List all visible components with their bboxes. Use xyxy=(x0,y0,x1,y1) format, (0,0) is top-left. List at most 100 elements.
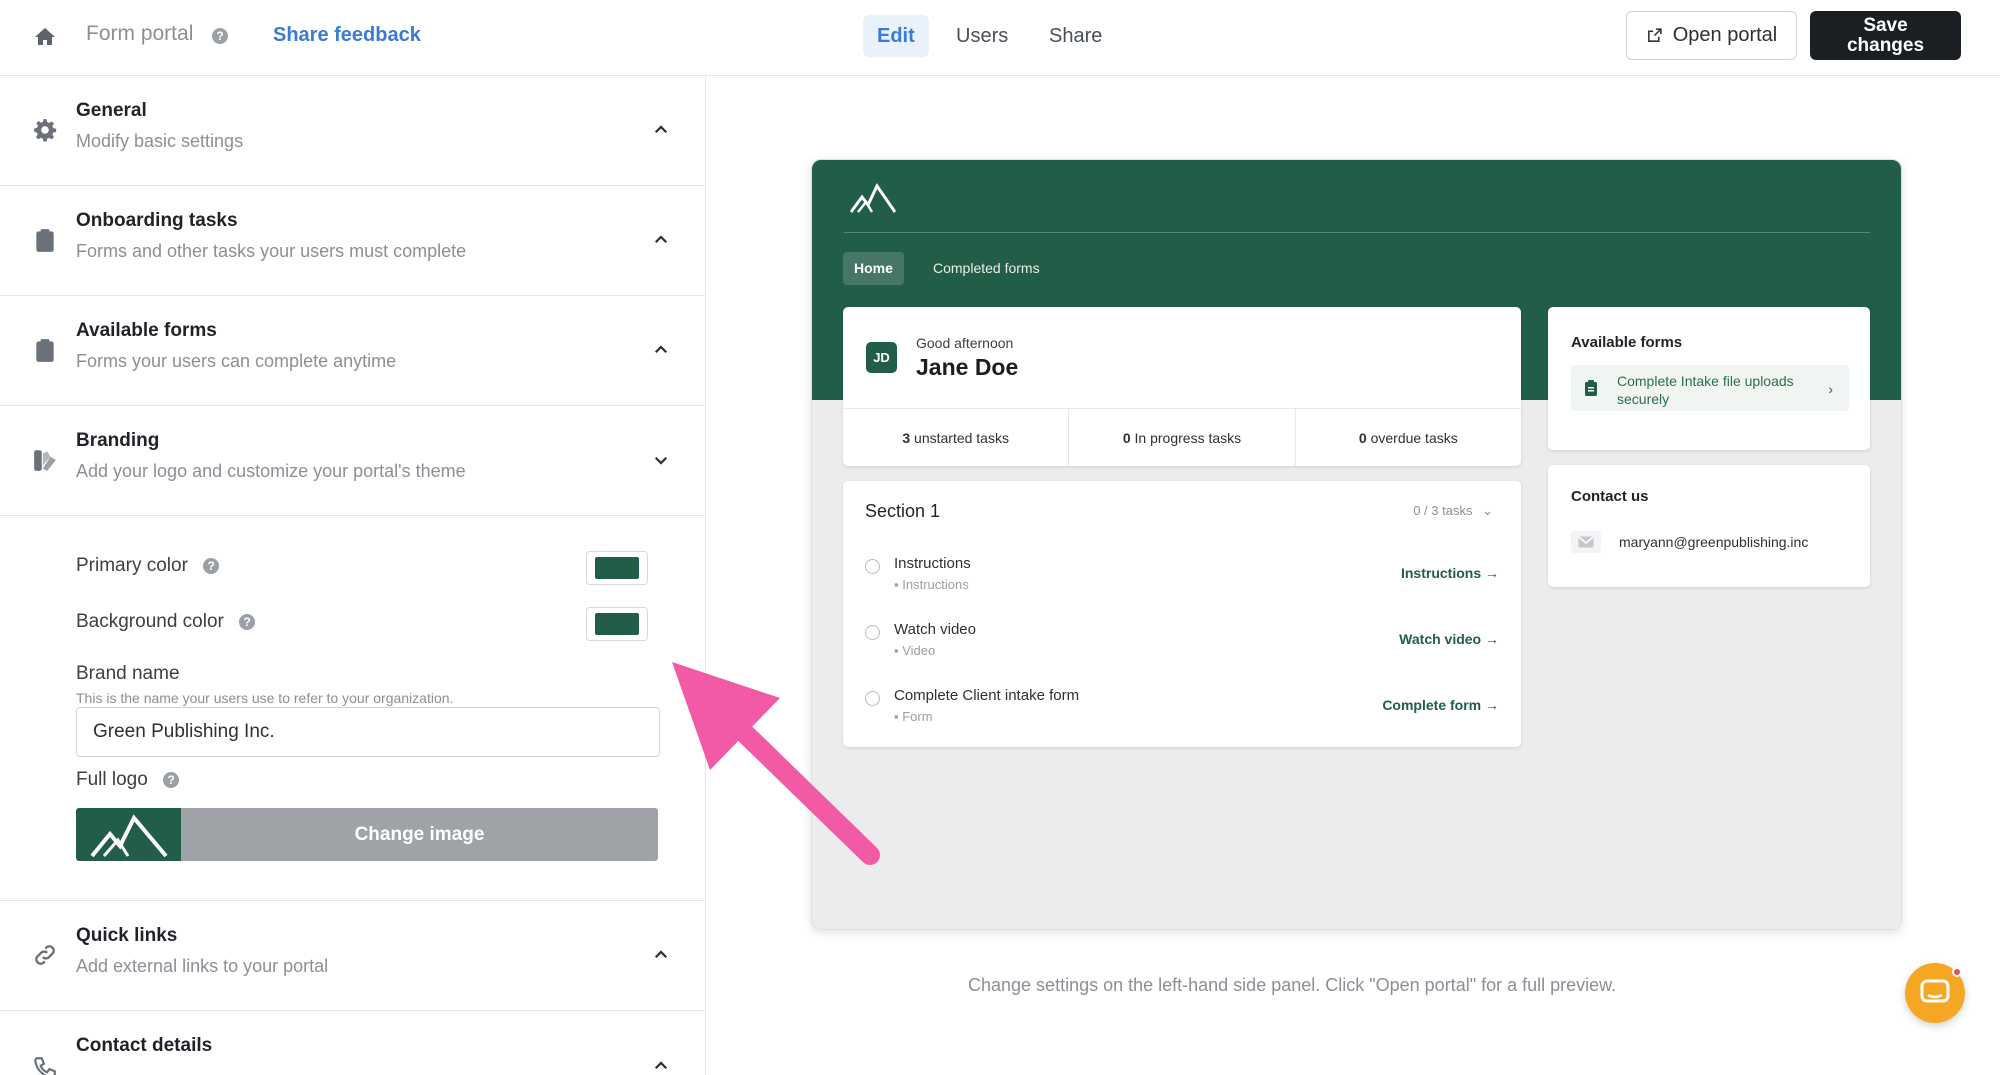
section-title: Contact details xyxy=(76,1035,213,1056)
external-link-icon xyxy=(1647,28,1662,42)
available-forms-title: Available forms xyxy=(1571,334,1683,351)
chevron-down-icon: ⌄ xyxy=(1482,503,1493,518)
clipboard-icon xyxy=(36,229,54,252)
section-title: Section 1 xyxy=(865,501,941,521)
mail-icon xyxy=(1571,531,1601,553)
arrow-right-icon: → xyxy=(1485,697,1499,713)
primary-color-swatch xyxy=(595,557,639,579)
tab-users[interactable]: Users xyxy=(942,15,1022,57)
user-name: Jane Doe xyxy=(916,354,1019,380)
task-checkbox[interactable] xyxy=(865,559,880,574)
arrow-right-icon: → xyxy=(1485,631,1499,647)
palette-icon xyxy=(34,450,56,471)
preview-footnote: Change settings on the left-hand side pa… xyxy=(968,975,1617,995)
available-form-item[interactable]: Complete Intake file uploads securely › xyxy=(1571,365,1849,411)
section-title: Quick links xyxy=(76,925,178,946)
background-color-picker[interactable] xyxy=(586,607,648,641)
change-image-button[interactable]: Change image xyxy=(181,808,658,861)
open-portal-button[interactable]: Open portal xyxy=(1626,11,1797,60)
section-subtitle: Modify basic settings xyxy=(76,131,244,151)
avatar: JD xyxy=(866,342,897,373)
section-contact-details[interactable]: Contact details xyxy=(0,1011,705,1075)
available-form-label: Complete Intake file uploads securely xyxy=(1617,373,1794,407)
section-subtitle: Forms your users can complete anytime xyxy=(76,351,397,371)
mountain-logo-icon xyxy=(850,183,896,213)
tab-share[interactable]: Share xyxy=(1035,15,1116,57)
open-portal-label: Open portal xyxy=(1672,24,1778,46)
book-icon: ▪ xyxy=(894,577,903,592)
preview-tab-completed-forms[interactable]: Completed forms xyxy=(922,252,1051,285)
top-bar: Form portal ? Share feedback Edit Users … xyxy=(0,0,2000,76)
contact-title: Contact us xyxy=(1571,488,1649,505)
full-logo-label: Full logo ? xyxy=(76,769,180,791)
task-action-link[interactable]: Watch video → xyxy=(1399,631,1499,647)
section-title: Branding xyxy=(76,430,160,451)
primary-color-picker[interactable] xyxy=(586,551,648,585)
save-label-line1: Save xyxy=(1863,14,1908,36)
phone-icon xyxy=(34,1057,56,1075)
task-title: Complete Client intake form xyxy=(894,687,1080,704)
portal-preview: Home Completed forms JD Good afternoon J… xyxy=(811,159,1902,930)
help-icon[interactable]: ? xyxy=(212,28,228,44)
home-icon[interactable] xyxy=(33,25,57,49)
background-color-label: Background color ? xyxy=(76,611,256,633)
brand-name-label: Brand name xyxy=(76,663,180,684)
clipboard-icon xyxy=(1585,380,1597,396)
task-item: Complete Client intake form ▪ Form Compl… xyxy=(865,685,1499,733)
preview-tab-home[interactable]: Home xyxy=(843,252,904,285)
greeting-card: JD Good afternoon Jane Doe 3 unstarted t… xyxy=(843,307,1521,466)
help-icon[interactable]: ? xyxy=(203,557,220,574)
primary-color-label: Primary color ? xyxy=(76,555,220,577)
task-title: Instructions xyxy=(894,555,971,572)
chat-icon xyxy=(1920,979,1950,1003)
contact-card: Contact us maryann@greenpublishing.inc xyxy=(1548,465,1870,587)
section-title: Onboarding tasks xyxy=(76,210,238,231)
help-icon[interactable]: ? xyxy=(163,771,180,788)
chevron-up-icon[interactable] xyxy=(652,1057,670,1075)
chevron-down-icon[interactable] xyxy=(652,451,670,469)
chevron-right-icon: › xyxy=(1828,381,1833,397)
contact-email[interactable]: maryann@greenpublishing.inc xyxy=(1619,534,1808,550)
task-action-link[interactable]: Complete form → xyxy=(1382,697,1499,713)
branding-settings: Primary color ? Background color ? Brand… xyxy=(0,511,705,901)
greeting-text: Good afternoon xyxy=(916,335,1014,351)
portal-title: Form portal xyxy=(86,22,194,45)
notification-dot xyxy=(1952,967,1962,977)
section-general[interactable]: General Modify basic settings xyxy=(0,76,705,186)
contact-email-row: maryann@greenpublishing.inc xyxy=(1571,531,1808,553)
task-item: Watch video ▪ Video Watch video → xyxy=(865,619,1499,667)
link-icon xyxy=(35,945,55,965)
save-label-line2: changes xyxy=(1846,34,1925,56)
section-subtitle: Add external links to your portal xyxy=(76,956,329,976)
task-type: ▪ Instructions xyxy=(894,577,969,592)
section-available-forms[interactable]: Available forms Forms your users can com… xyxy=(0,296,705,406)
section-onboarding-tasks[interactable]: Onboarding tasks Forms and other tasks y… xyxy=(0,186,705,296)
task-section-card: Section 1 0 / 3 tasks ⌄ Instructions ▪ I… xyxy=(843,481,1521,747)
task-item: Instructions ▪ Instructions Instructions… xyxy=(865,553,1499,601)
share-feedback-link[interactable]: Share feedback xyxy=(273,24,421,47)
task-title: Watch video xyxy=(894,621,976,638)
background-color-swatch xyxy=(595,613,639,635)
section-quick-links[interactable]: Quick links Add external links to your p… xyxy=(0,901,705,1011)
full-logo-uploader: Change image xyxy=(76,808,658,861)
chevron-up-icon[interactable] xyxy=(652,231,670,249)
chevron-up-icon[interactable] xyxy=(652,121,670,139)
tab-edit[interactable]: Edit xyxy=(863,15,929,57)
stat-unstarted: 3 unstarted tasks xyxy=(843,409,1070,466)
save-changes-button[interactable]: Save changes xyxy=(1810,11,1961,60)
section-subtitle: Forms and other tasks your users must co… xyxy=(76,241,467,261)
chevron-up-icon[interactable] xyxy=(652,946,670,964)
brand-name-input[interactable] xyxy=(76,707,660,757)
stat-in-progress: 0 In progress tasks xyxy=(1069,409,1296,466)
chat-widget-button[interactable] xyxy=(1905,963,1965,1023)
section-task-count[interactable]: 0 / 3 tasks ⌄ xyxy=(1413,503,1493,519)
section-branding[interactable]: Branding Add your logo and customize you… xyxy=(0,406,705,516)
task-stats: 3 unstarted tasks 0 In progress tasks 0 … xyxy=(843,408,1521,466)
settings-panel: General Modify basic settings Onboarding… xyxy=(0,76,706,1075)
help-icon[interactable]: ? xyxy=(239,613,256,630)
section-title: General xyxy=(76,100,147,121)
chevron-up-icon[interactable] xyxy=(652,341,670,359)
task-action-link[interactable]: Instructions → xyxy=(1401,565,1499,581)
stat-overdue: 0 overdue tasks xyxy=(1358,429,1458,446)
task-type: ▪ Video xyxy=(894,643,936,658)
